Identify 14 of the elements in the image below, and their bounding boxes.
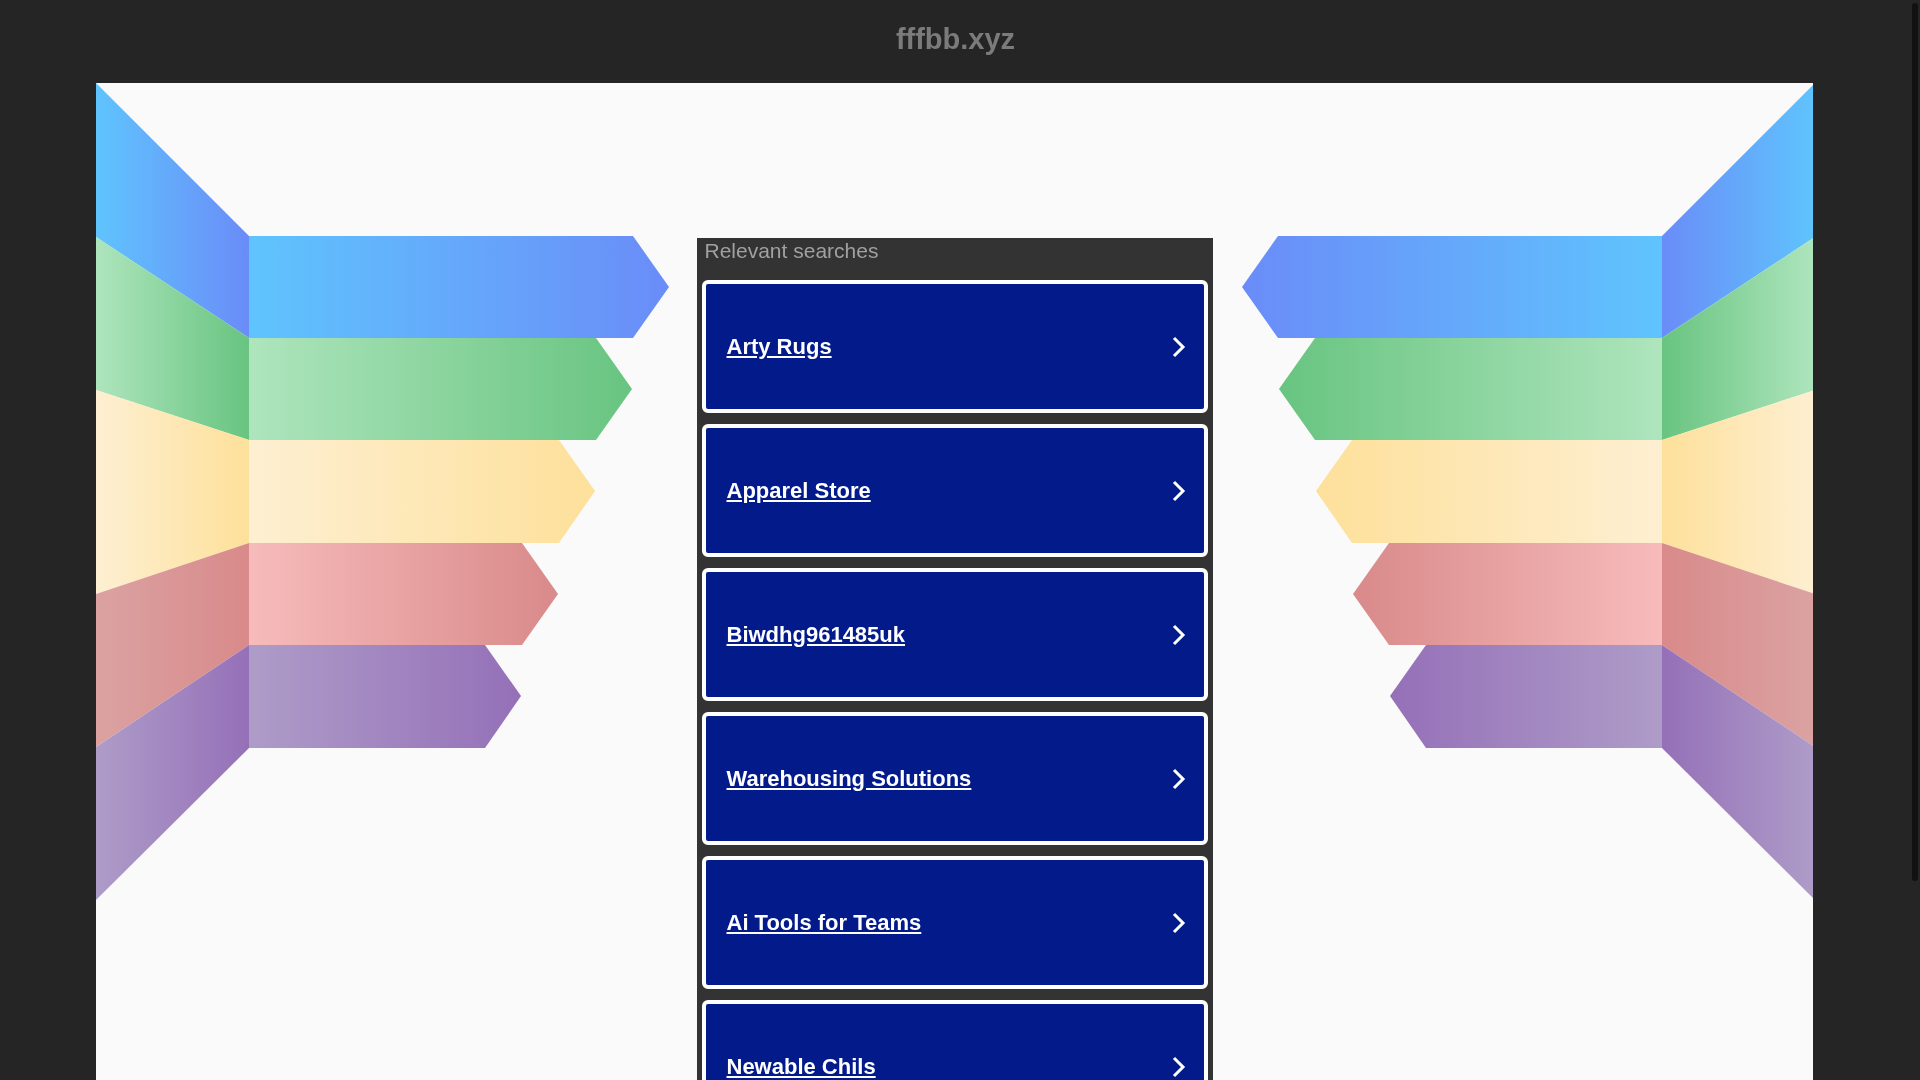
chevron-right-icon bbox=[1171, 911, 1186, 934]
chevron-right-icon bbox=[1171, 767, 1186, 790]
chevron-right-icon bbox=[1171, 623, 1186, 646]
chevron-right-icon bbox=[1171, 1055, 1186, 1078]
search-link[interactable]: Newable Chils bbox=[701, 1000, 1208, 1080]
chevron-right-icon bbox=[1171, 335, 1186, 358]
chevron-right-icon bbox=[1171, 479, 1186, 502]
panel-heading: Relevant searches bbox=[704, 239, 879, 262]
site-title: fffbb.xyz bbox=[895, 21, 1016, 57]
search-link[interactable]: Biwdhg961485uk bbox=[701, 568, 1208, 701]
search-link[interactable]: Ai Tools for Teams bbox=[701, 856, 1208, 989]
search-link[interactable]: Warehousing Solutions bbox=[701, 712, 1208, 845]
search-link[interactable]: Apparel Store bbox=[701, 424, 1208, 557]
search-link[interactable]: Arty Rugs bbox=[701, 280, 1208, 413]
